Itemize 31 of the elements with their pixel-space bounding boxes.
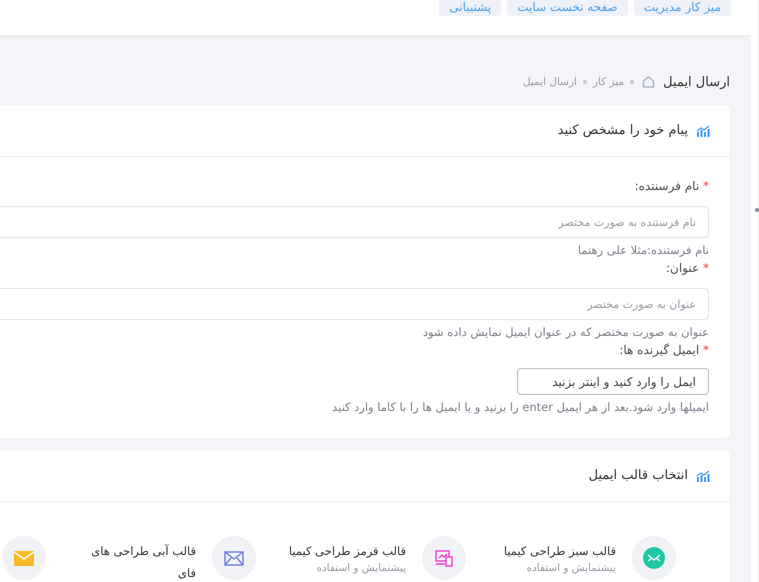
nav-button[interactable]: پشتیبانی — [439, 0, 502, 16]
help-text: عنوان به صورت مختصر که در عنوان ایمیل نمایش داده شود — [422, 325, 709, 339]
card-title: انتخاب قالب ایمیل — [588, 468, 688, 483]
field-label: * عنوان: — [666, 261, 709, 277]
breadcrumb-link[interactable]: میز کار — [592, 76, 624, 88]
help-text: ایمیلها وارد شود.بعد از هر ایمیل enter را بزنید و یا ایمیل ها را با کاما وارد کنید — [332, 400, 709, 414]
template-title[interactable]: قالب آبی طراحی های فای — [76, 540, 196, 582]
template-icon-background[interactable] — [212, 536, 256, 580]
nav-button[interactable]: صفحه نخست سایت — [507, 0, 628, 16]
chart-icon — [696, 124, 710, 136]
template-icon-background[interactable] — [632, 536, 676, 580]
field-label: * ایمیل گیرنده ها: — [619, 343, 709, 359]
page-title: ارسال ایمیل — [663, 74, 730, 90]
template-icon-background[interactable] — [2, 536, 46, 580]
tags-input-field[interactable]: ایمل را وارد کنید و اینتر بزنید — [517, 368, 709, 395]
home-icon — [642, 76, 656, 88]
help-text: نام فرستنده:مثلا علی رهنما — [578, 243, 709, 257]
template-subtitle[interactable]: پیشنمایش و استفاده — [496, 562, 616, 574]
chart-icon — [696, 470, 710, 482]
card-title: پیام خود را مشخص کنید — [558, 123, 688, 138]
input-field[interactable]: عنوان به صورت مختصر — [0, 288, 709, 320]
input-field[interactable]: نام فرستنده به صورت مختصر — [0, 206, 709, 238]
field-label: * نام فرسنتده: — [634, 179, 709, 195]
dot-icon — [755, 208, 759, 212]
template-title[interactable]: قالب قرمز طراحی کیمیا — [286, 540, 406, 562]
nav-button[interactable]: میز کار مدیریت — [634, 0, 731, 16]
template-subtitle[interactable]: پیشنمایش و استفاده — [286, 562, 406, 574]
separator-dot — [630, 80, 634, 84]
template-icon-background[interactable] — [422, 536, 466, 580]
template-title[interactable]: قالب سبز طراحی کیمیا — [496, 540, 616, 562]
separator-dot — [582, 80, 587, 84]
